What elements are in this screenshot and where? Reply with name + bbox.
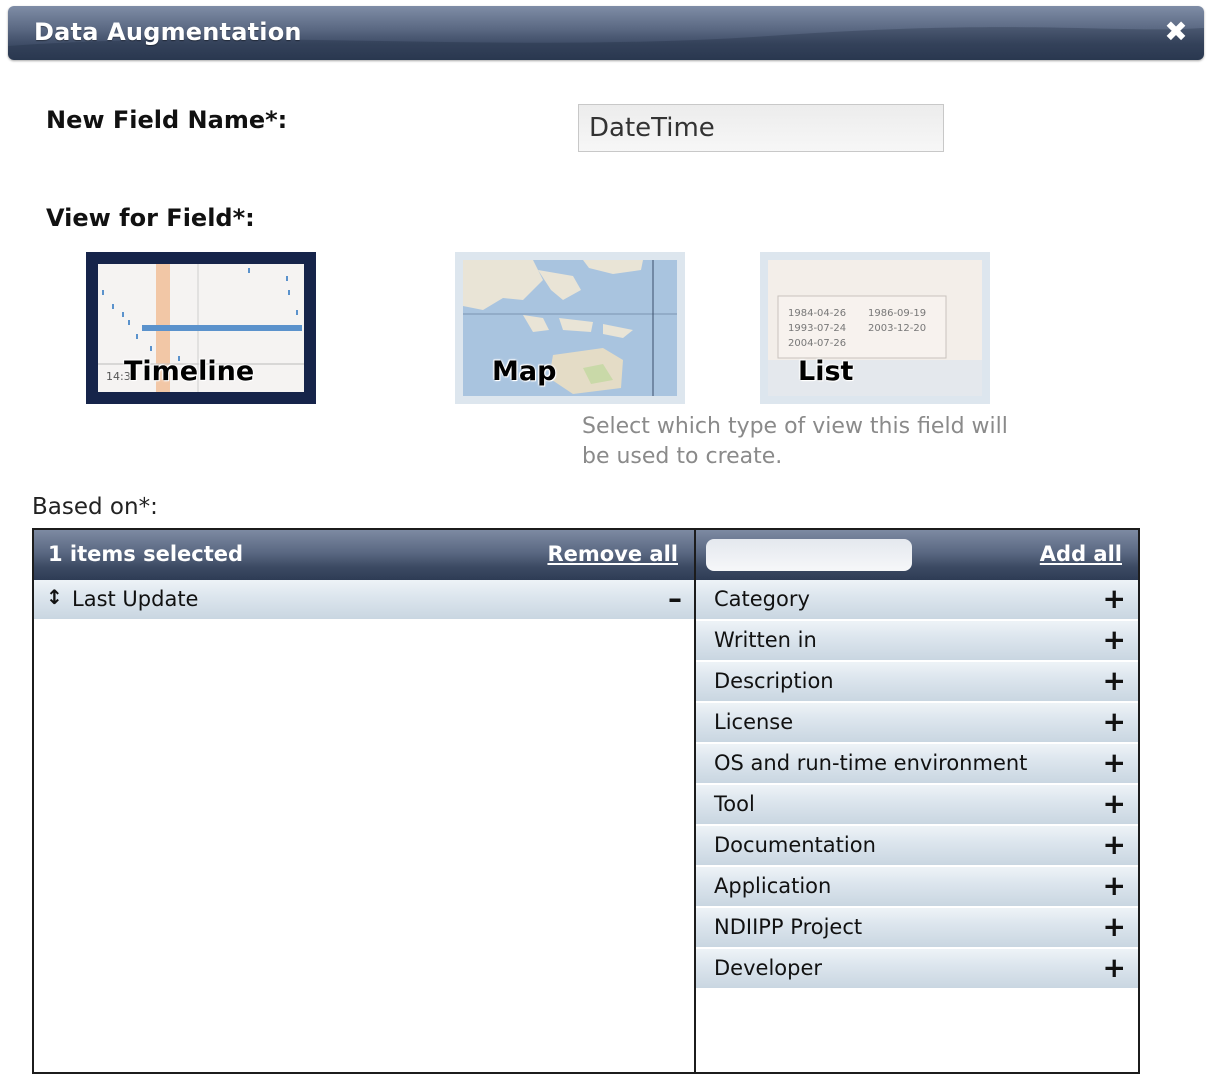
view-option-map[interactable]: Map bbox=[455, 252, 685, 404]
view-option-map-label: Map bbox=[492, 356, 557, 387]
drag-handle-icon[interactable]: ↕ bbox=[46, 585, 63, 609]
add-item-button[interactable]: + bbox=[1103, 829, 1126, 861]
view-help-text: Select which type of view this field wil… bbox=[582, 414, 1008, 469]
dialog-title-bar: Data Augmentation ✖ bbox=[8, 6, 1204, 60]
new-field-name-input[interactable] bbox=[578, 104, 944, 152]
add-item-button[interactable]: + bbox=[1103, 870, 1126, 902]
available-item-row[interactable]: Documentation + bbox=[696, 826, 1138, 865]
view-option-list[interactable]: 1984-04-26 1986-09-19 1993-07-24 2003-12… bbox=[760, 252, 990, 404]
available-item-label: Tool bbox=[714, 792, 755, 816]
selected-item-row[interactable]: ↕ Last Update – bbox=[34, 580, 694, 619]
remove-all-link[interactable]: Remove all bbox=[547, 542, 678, 566]
available-items-header: Add all bbox=[696, 530, 1138, 580]
selected-items-header: 1 items selected Remove all bbox=[34, 530, 694, 580]
remove-item-button[interactable]: – bbox=[668, 583, 682, 615]
available-item-row[interactable]: Application + bbox=[696, 867, 1138, 906]
available-item-row[interactable]: Description + bbox=[696, 662, 1138, 701]
available-item-row[interactable]: OS and run-time environment + bbox=[696, 744, 1138, 783]
list-thumb-date-5: 2004-07-26 bbox=[788, 338, 846, 349]
add-item-button[interactable]: + bbox=[1103, 747, 1126, 779]
add-item-button[interactable]: + bbox=[1103, 911, 1126, 943]
view-option-timeline-label: Timeline bbox=[124, 356, 255, 387]
available-item-label: Category bbox=[714, 587, 810, 611]
available-item-label: Application bbox=[714, 874, 832, 898]
selected-items-panel: 1 items selected Remove all ↕ Last Updat… bbox=[32, 528, 696, 1074]
add-all-link[interactable]: Add all bbox=[1040, 542, 1122, 566]
available-search-input[interactable] bbox=[706, 539, 912, 571]
add-item-button[interactable]: + bbox=[1103, 583, 1126, 615]
available-item-label: Written in bbox=[714, 628, 817, 652]
available-item-label: OS and run-time environment bbox=[714, 751, 1028, 775]
available-item-label: Documentation bbox=[714, 833, 876, 857]
list-thumb-date-2: 1986-09-19 bbox=[868, 308, 926, 319]
list-thumb-date-3: 1993-07-24 bbox=[788, 323, 846, 334]
selected-count-text: 1 items selected bbox=[48, 542, 244, 566]
dialog-title: Data Augmentation bbox=[34, 18, 302, 46]
view-option-timeline[interactable]: 14:3 Timeline bbox=[86, 252, 316, 404]
available-item-row[interactable]: Written in + bbox=[696, 621, 1138, 660]
available-item-row[interactable]: License + bbox=[696, 703, 1138, 742]
view-option-list-label: List bbox=[798, 356, 854, 387]
list-thumb-date-1: 1984-04-26 bbox=[788, 308, 846, 319]
add-item-button[interactable]: + bbox=[1103, 952, 1126, 984]
available-item-label: NDIIPP Project bbox=[714, 915, 863, 939]
add-item-button[interactable]: + bbox=[1103, 788, 1126, 820]
available-item-row[interactable]: Developer + bbox=[696, 949, 1138, 988]
available-items-panel: Add all Category + Written in + Descript… bbox=[694, 528, 1140, 1074]
available-item-row[interactable]: NDIIPP Project + bbox=[696, 908, 1138, 947]
list-thumb-date-4: 2003-12-20 bbox=[868, 323, 926, 334]
close-icon[interactable]: ✖ bbox=[1162, 18, 1190, 46]
available-item-label: License bbox=[714, 710, 794, 734]
based-on-label: Based on*: bbox=[32, 494, 158, 520]
selected-item-label: Last Update bbox=[72, 587, 199, 611]
available-item-row[interactable]: Tool + bbox=[696, 785, 1138, 824]
new-field-name-label: New Field Name*: bbox=[46, 106, 288, 134]
available-item-row[interactable]: Category + bbox=[696, 580, 1138, 619]
add-item-button[interactable]: + bbox=[1103, 665, 1126, 697]
add-item-button[interactable]: + bbox=[1103, 706, 1126, 738]
view-for-field-label: View for Field*: bbox=[46, 204, 255, 232]
available-item-label: Description bbox=[714, 669, 834, 693]
add-item-button[interactable]: + bbox=[1103, 624, 1126, 656]
available-item-label: Developer bbox=[714, 956, 823, 980]
